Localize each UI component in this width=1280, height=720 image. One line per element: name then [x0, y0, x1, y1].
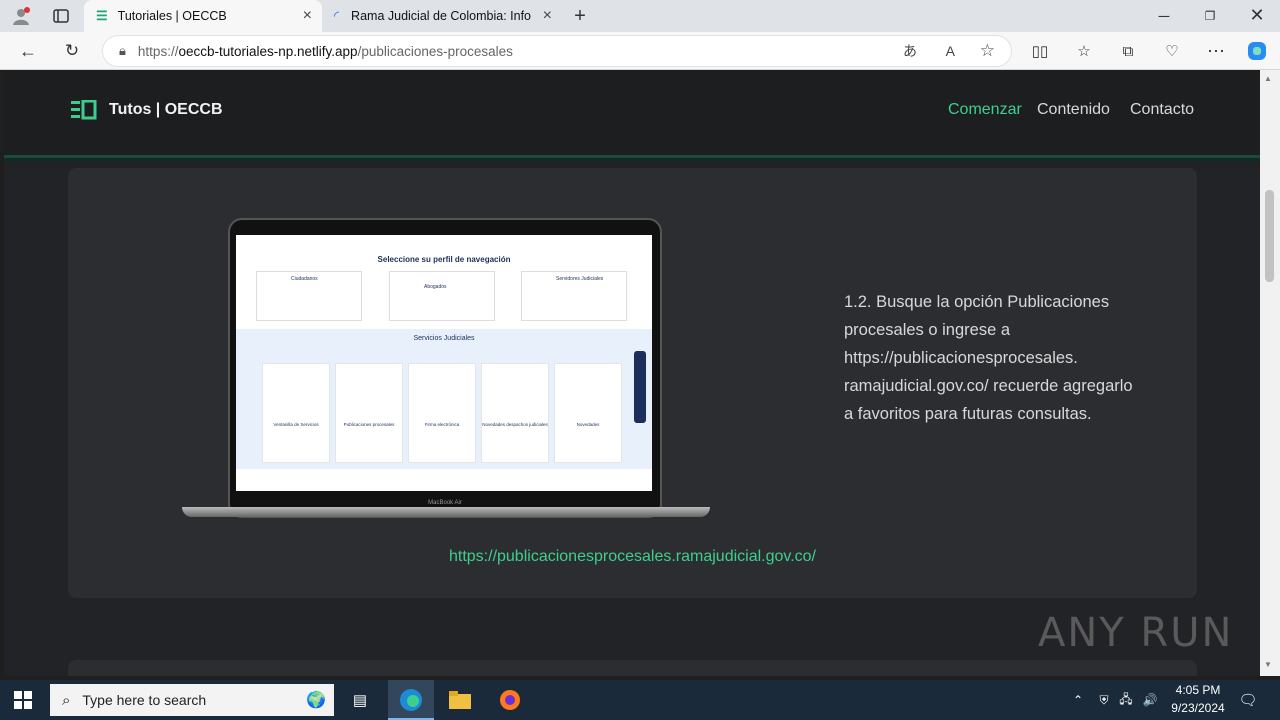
- close-tab-icon[interactable]: ×: [303, 7, 312, 25]
- loading-spinner-icon: ◜: [334, 8, 340, 23]
- nav-contenido[interactable]: Contenido: [1037, 101, 1110, 119]
- anyrun-watermark: ANY RUN: [1038, 610, 1234, 656]
- tray-security-icon[interactable]: ⛨: [1094, 690, 1114, 710]
- search-placeholder: Type here to search: [82, 692, 207, 708]
- extensions-icon[interactable]: ♡: [1160, 40, 1184, 62]
- restore-icon[interactable]: ❐: [1198, 6, 1222, 26]
- tab-actions-icon[interactable]: [50, 6, 72, 26]
- site-logo-icon[interactable]: [71, 99, 97, 125]
- address-toolbar: ← ↻ 🔒︎ https:// oeccb-tutoriales-np.netl…: [0, 32, 1280, 70]
- url-scheme: https://: [137, 43, 179, 59]
- favorites-icon[interactable]: ☆: [1072, 40, 1096, 62]
- site-brand[interactable]: Tutos | OECCB: [109, 101, 223, 119]
- taskbar-search-box[interactable]: ⌕ Type here to search 🌍: [50, 684, 334, 716]
- url-host: oeccb-tutoriales-np.netlify.app: [178, 43, 358, 59]
- inner-profile-card: Ciudadanos: [256, 271, 362, 321]
- tab-rama-judicial[interactable]: ◜ Rama Judicial de Colombia: Infor ×: [324, 0, 562, 32]
- inner-side-toolbar: [634, 351, 646, 423]
- firefox-icon[interactable]: [496, 688, 524, 712]
- web-page: Tutos | OECCB Comenzar Contenido Contact…: [4, 70, 1260, 676]
- inner-service-label: Novedades despachos judiciales: [482, 422, 548, 427]
- close-tab-icon[interactable]: ×: [543, 7, 552, 25]
- nav-comenzar[interactable]: Comenzar: [948, 101, 1022, 119]
- inner-service-label: Firma electrónica: [424, 422, 460, 427]
- refresh-icon[interactable]: ↻: [60, 40, 84, 62]
- nav-contacto[interactable]: Contacto: [1130, 101, 1194, 119]
- split-screen-icon[interactable]: ▯▯: [1028, 40, 1052, 62]
- address-bar[interactable]: 🔒︎ https:// oeccb-tutoriales-np.netlify.…: [102, 35, 1012, 67]
- tab-tutoriales[interactable]: ☰ Tutoriales | OECCB ×: [84, 0, 322, 32]
- network-icon[interactable]: 🖧: [1116, 690, 1136, 710]
- publicaciones-link[interactable]: https://publicacionesprocesales.ramajudi…: [68, 548, 1197, 566]
- inner-service-card: Novedades: [554, 363, 622, 463]
- profile-avatar-icon[interactable]: [10, 6, 32, 26]
- inner-service-label: Publicaciones procesales: [343, 422, 395, 427]
- scroll-up-icon[interactable]: ▲: [1264, 74, 1272, 83]
- site-header: Tutos | OECCB Comenzar Contenido Contact…: [4, 70, 1260, 158]
- step-instruction-text: 1.2. Busque la opción Publicaciones proc…: [844, 293, 1133, 423]
- tray-overflow-icon[interactable]: ⌃: [1068, 690, 1088, 710]
- file-explorer-icon[interactable]: [446, 688, 474, 712]
- inner-title: Seleccione su perfil de navegación: [377, 255, 511, 264]
- inner-profile-label: Ciudadanos: [291, 276, 318, 282]
- tab-title: Rama Judicial de Colombia: Infor: [351, 9, 532, 23]
- copilot-icon[interactable]: [1244, 39, 1270, 63]
- lock-icon[interactable]: 🔒︎: [119, 43, 126, 59]
- search-highlight-icon: 🌍: [306, 692, 326, 709]
- favorite-star-icon[interactable]: ☆: [980, 41, 995, 61]
- volume-icon[interactable]: 🔊: [1140, 690, 1160, 710]
- notifications-icon[interactable]: 🗨: [1236, 689, 1260, 711]
- windows-taskbar: ⌕ Type here to search 🌍 ▤ ⌃ ⛨ 🖧 🔊 4:05 P…: [0, 680, 1280, 720]
- scrollbar-thumb[interactable]: [1265, 190, 1274, 282]
- task-view-icon[interactable]: ▤: [348, 689, 372, 711]
- windows-start-icon[interactable]: [12, 690, 34, 710]
- inner-profile-card: Servidores Judiciales: [521, 271, 627, 321]
- browser-tab-strip: ☰ Tutoriales | OECCB × ◜ Rama Judicial d…: [0, 0, 1280, 32]
- inner-profile-label: Abogados: [424, 284, 447, 290]
- inner-service-label: Novedades: [576, 422, 600, 427]
- inner-service-card: Firma electrónica: [408, 363, 476, 463]
- settings-more-icon[interactable]: ⋯: [1204, 40, 1228, 62]
- tab-title: Tutoriales | OECCB: [117, 9, 227, 23]
- window-close-icon[interactable]: ✕: [1245, 5, 1269, 25]
- inner-section-title: Servicios Judiciales: [413, 335, 475, 342]
- page-scrollbar[interactable]: ▲ ▼: [1260, 70, 1280, 676]
- inner-service-card: Publicaciones procesales: [335, 363, 403, 463]
- back-icon[interactable]: ←: [16, 40, 40, 62]
- edge-icon: [400, 689, 422, 711]
- scroll-down-icon[interactable]: ▼: [1264, 660, 1272, 669]
- next-step-card: [68, 660, 1197, 676]
- laptop-model-label: MacBook Air: [428, 500, 462, 506]
- new-tab-icon[interactable]: +: [568, 4, 592, 28]
- clock-date[interactable]: 9/23/2024: [1160, 701, 1236, 715]
- taskbar-edge-button[interactable]: [388, 680, 434, 720]
- site-favicon-icon: ☰: [96, 8, 108, 23]
- translate-icon[interactable]: あ: [903, 41, 917, 61]
- inner-service-label: Ventanilla de Servicios: [273, 422, 319, 427]
- search-icon: ⌕: [62, 691, 71, 709]
- tutorial-step-card: Seleccione su perfil de navegación Ciuda…: [68, 168, 1197, 598]
- inner-profile-card: Abogados: [389, 271, 495, 321]
- minimize-icon[interactable]: ─: [1152, 6, 1176, 26]
- clock-time[interactable]: 4:05 PM: [1166, 683, 1230, 697]
- inner-service-card: Novedades despachos judiciales: [481, 363, 549, 463]
- read-aloud-icon[interactable]: A: [946, 43, 955, 59]
- laptop-screen-content: Seleccione su perfil de navegación Ciuda…: [236, 235, 652, 491]
- inner-service-card: Ventanilla de Servicios: [262, 363, 330, 463]
- url-path: /publicaciones-procesales: [357, 43, 513, 59]
- laptop-base: [182, 507, 710, 517]
- collections-icon[interactable]: ⧉: [1116, 40, 1140, 62]
- inner-profile-label: Servidores Judiciales: [556, 276, 604, 282]
